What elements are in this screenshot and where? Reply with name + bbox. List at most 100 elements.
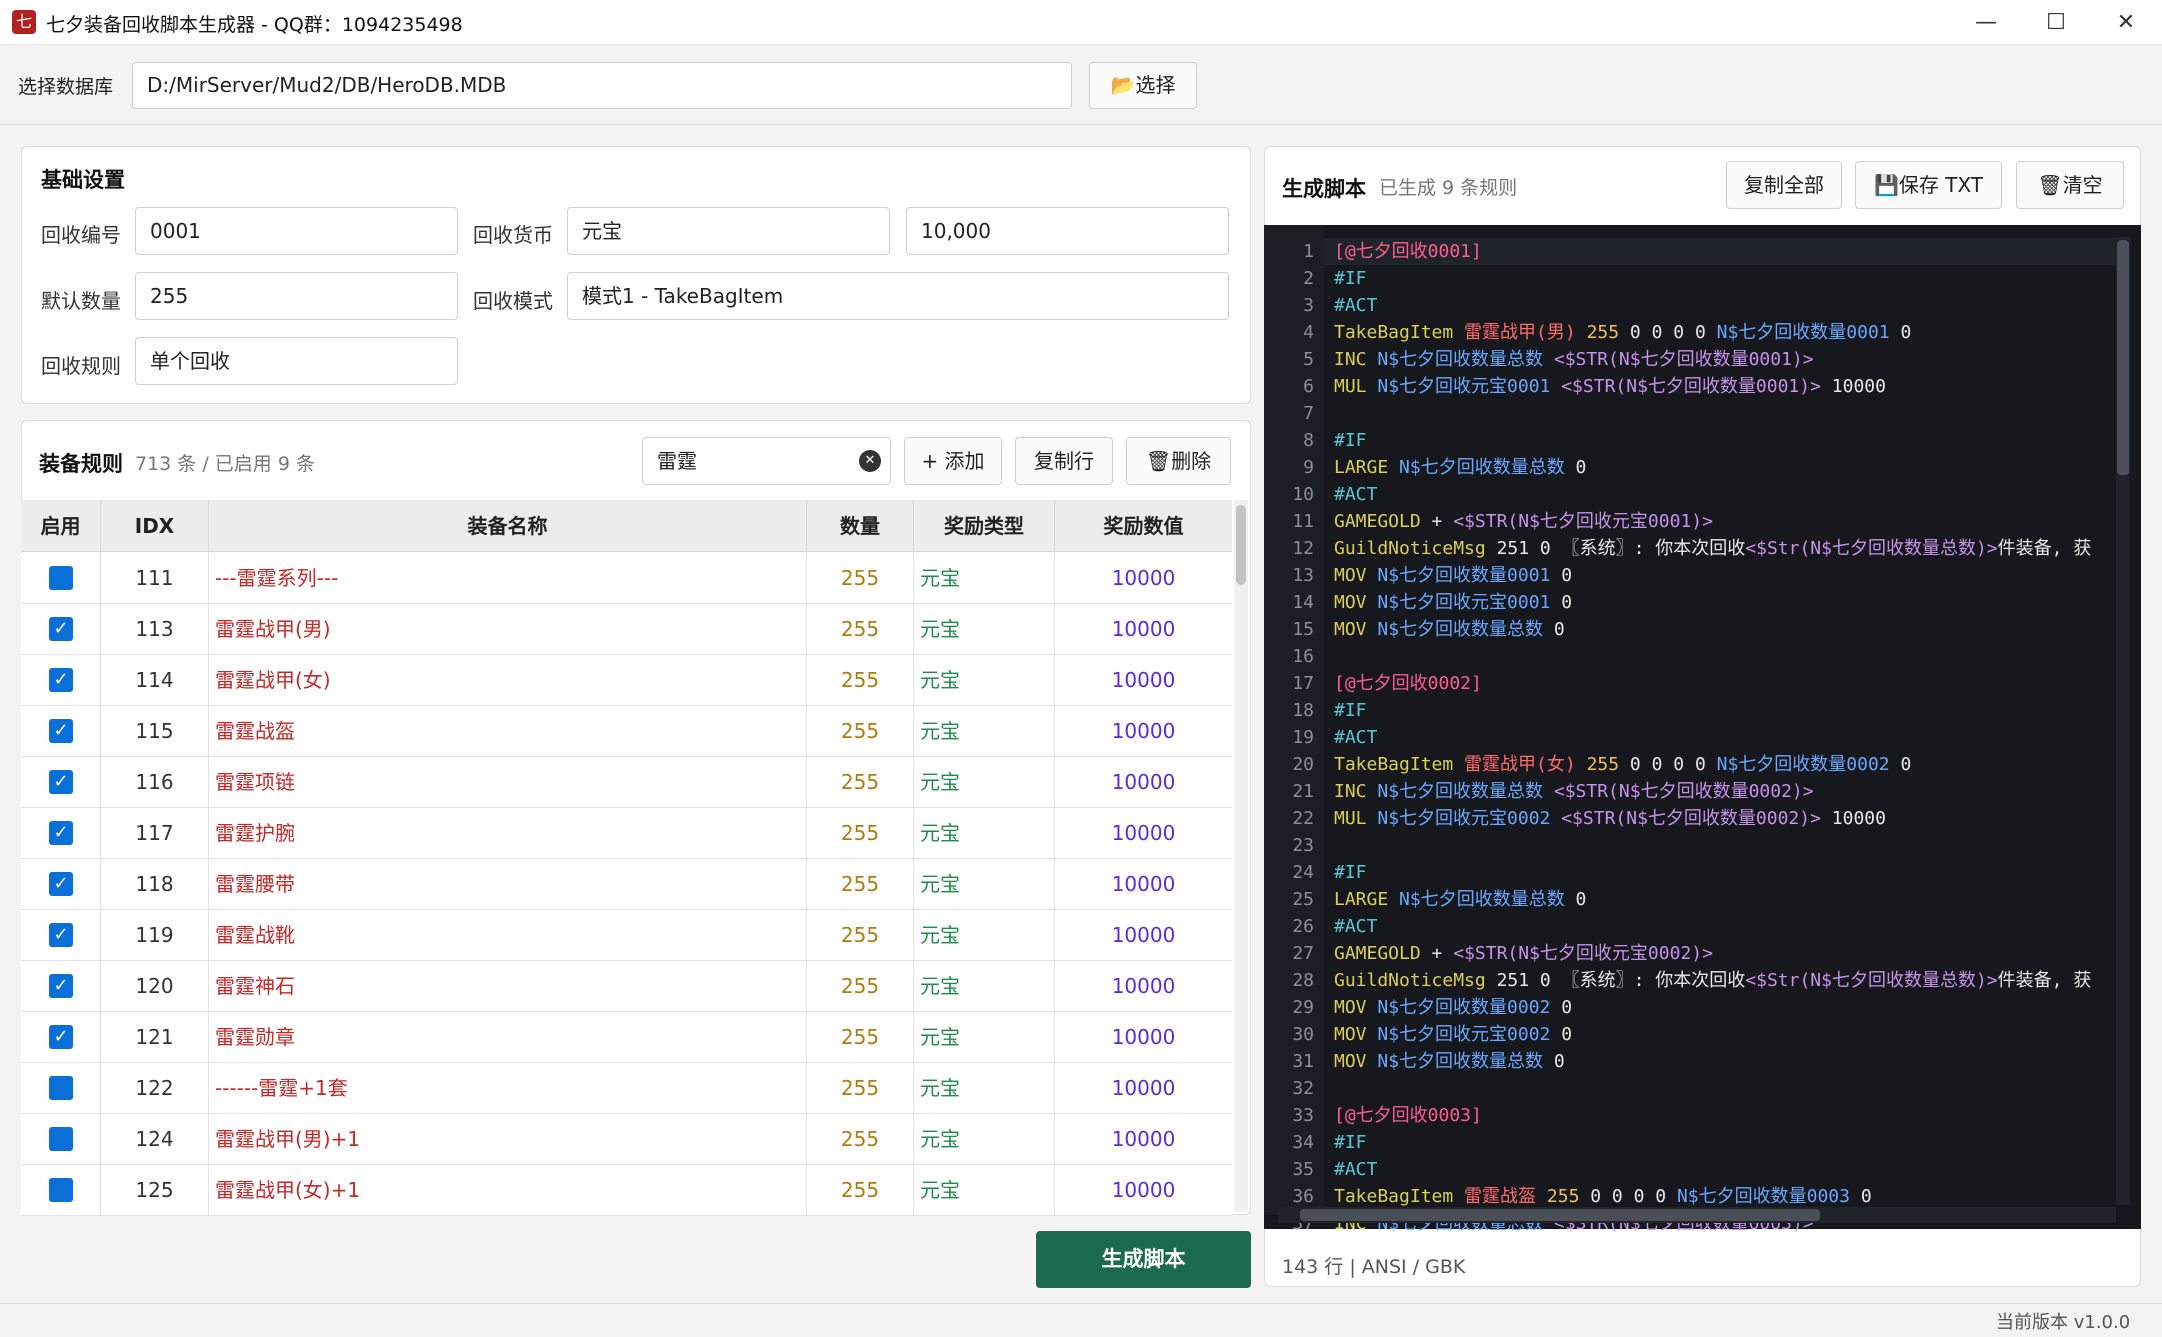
code-line[interactable]: #ACT [1334,1157,2116,1183]
code-line[interactable] [1334,833,2116,859]
reward-value-cell[interactable]: 10000 [1055,757,1232,808]
enable-checkbox[interactable]: ✓ [49,872,73,896]
code-line[interactable] [1334,644,2116,670]
reward-type-cell[interactable]: 元宝 [914,961,1055,1012]
add-rule-button[interactable]: + 添加 [904,437,1002,485]
qty-cell[interactable]: 255 [807,1165,914,1216]
name-cell[interactable]: 雷霆战甲(女)+1 [209,1165,807,1216]
rules-scrollbar[interactable] [1234,500,1248,1212]
reward-type-cell[interactable]: 元宝 [914,859,1055,910]
name-cell[interactable]: ---雷霆系列--- [209,553,807,604]
name-cell[interactable]: 雷霆战甲(女) [209,655,807,706]
col-qty[interactable]: 数量 [807,500,914,552]
code-line[interactable]: MOV N$七夕回收元宝0002 0 [1334,1022,2116,1048]
name-cell[interactable]: 雷霆战盔 [209,706,807,757]
reward-type-cell[interactable]: 元宝 [914,1114,1055,1165]
reward-type-cell[interactable]: 元宝 [914,706,1055,757]
enable-checkbox[interactable]: ✓ [49,617,73,641]
code-line[interactable]: GuildNoticeMsg 251 0 〖系统〗: 你本次回收<$Str(N$… [1334,968,2116,994]
reward-value-cell[interactable]: 10000 [1055,1165,1232,1216]
code-line[interactable]: #IF [1334,1130,2116,1156]
code-line[interactable]: #ACT [1334,725,2116,751]
minimize-button[interactable]: — [1950,0,2022,45]
reward-value-cell[interactable]: 10000 [1055,1114,1232,1165]
enable-checkbox[interactable]: ✓ [49,770,73,794]
table-row[interactable]: ✓ 114 雷霆战甲(女) 255 元宝 10000 [21,655,1232,706]
editor-horizontal-thumb[interactable] [1300,1209,1820,1221]
clear-script-button[interactable]: 🗑清空 [2016,161,2124,209]
table-row[interactable]: ✓ 120 雷霆神石 255 元宝 10000 [21,961,1232,1012]
reward-type-cell[interactable]: 元宝 [914,1063,1055,1114]
code-line[interactable]: [@七夕回收0001] [1334,239,2116,265]
reward-type-cell[interactable]: 元宝 [914,808,1055,859]
database-path-input[interactable]: D:/MirServer/Mud2/DB/HeroDB.MDB [132,62,1072,109]
delete-rule-button[interactable]: 🗑删除 [1126,437,1231,485]
name-cell[interactable]: 雷霆腰带 [209,859,807,910]
name-cell[interactable]: 雷霆护腕 [209,808,807,859]
qty-cell[interactable]: 255 [807,655,914,706]
col-reward-value[interactable]: 奖励数值 [1055,500,1232,552]
rule-select[interactable]: 单个回收 [135,337,458,385]
reward-type-cell[interactable]: 元宝 [914,757,1055,808]
code-line[interactable]: MUL N$七夕回收元宝0002 <$STR(N$七夕回收数量0002)> 10… [1334,806,2116,832]
enable-checkbox[interactable]: ✓ [49,923,73,947]
name-cell[interactable]: 雷霆战甲(男)+1 [209,1114,807,1165]
code-line[interactable]: [@七夕回收0002] [1334,671,2116,697]
qty-cell[interactable]: 255 [807,1012,914,1063]
col-name[interactable]: 装备名称 [209,500,807,552]
name-cell[interactable]: 雷霆战靴 [209,910,807,961]
name-cell[interactable]: ------雷霆+1套 [209,1063,807,1114]
qty-cell[interactable]: 255 [807,859,914,910]
clear-search-icon[interactable]: ✕ [859,450,881,472]
code-line[interactable]: MOV N$七夕回收数量0002 0 [1334,995,2116,1021]
table-row[interactable]: 124 雷霆战甲(男)+1 255 元宝 10000 [21,1114,1232,1165]
currency-amount-input[interactable]: 10,000 [906,207,1229,255]
code-line[interactable]: GuildNoticeMsg 251 0 〖系统〗: 你本次回收<$Str(N$… [1334,536,2116,562]
table-row[interactable]: ✓ 113 雷霆战甲(男) 255 元宝 10000 [21,604,1232,655]
code-line[interactable]: TakeBagItem 雷霆战甲(女) 255 0 0 0 0 N$七夕回收数量… [1334,752,2116,778]
qty-cell[interactable]: 255 [807,808,914,859]
reward-type-cell[interactable]: 元宝 [914,553,1055,604]
table-row[interactable]: 122 ------雷霆+1套 255 元宝 10000 [21,1063,1232,1114]
code-line[interactable]: MOV N$七夕回收数量总数 0 [1334,1049,2116,1075]
select-database-button[interactable]: 📂选择 [1089,62,1197,109]
table-row[interactable]: ✓ 121 雷霆勋章 255 元宝 10000 [21,1012,1232,1063]
code-line[interactable]: #ACT [1334,293,2116,319]
enable-checkbox[interactable]: ✓ [49,719,73,743]
table-row[interactable]: ✓ 115 雷霆战盔 255 元宝 10000 [21,706,1232,757]
reward-value-cell[interactable]: 10000 [1055,1063,1232,1114]
code-line[interactable]: #IF [1334,698,2116,724]
enable-checkbox[interactable] [49,566,73,590]
code-line[interactable] [1334,401,2116,427]
qty-cell[interactable]: 255 [807,1063,914,1114]
save-txt-button[interactable]: 💾保存 TXT [1855,161,2002,209]
reward-value-cell[interactable]: 10000 [1055,859,1232,910]
table-row[interactable]: ✓ 119 雷霆战靴 255 元宝 10000 [21,910,1232,961]
close-window-button[interactable]: ✕ [2090,0,2162,45]
code-line[interactable]: INC N$七夕回收数量总数 <$STR(N$七夕回收数量0001)> [1334,347,2116,373]
copy-row-button[interactable]: 复制行 [1015,437,1113,485]
reward-type-cell[interactable]: 元宝 [914,604,1055,655]
reward-value-cell[interactable]: 10000 [1055,655,1232,706]
table-row[interactable]: 125 雷霆战甲(女)+1 255 元宝 10000 [21,1165,1232,1216]
generate-script-button[interactable]: 生成脚本 [1036,1231,1251,1288]
code-line[interactable]: GAMEGOLD + <$STR(N$七夕回收元宝0002)> [1334,941,2116,967]
name-cell[interactable]: 雷霆神石 [209,961,807,1012]
code-line[interactable]: TakeBagItem 雷霆战甲(男) 255 0 0 0 0 N$七夕回收数量… [1334,320,2116,346]
rules-scrollbar-thumb[interactable] [1236,505,1246,585]
reward-type-cell[interactable]: 元宝 [914,1012,1055,1063]
code-line[interactable]: #IF [1334,860,2116,886]
code-line[interactable]: LARGE N$七夕回收数量总数 0 [1334,455,2116,481]
code-line[interactable]: #IF [1334,428,2116,454]
qty-cell[interactable]: 255 [807,604,914,655]
code-line[interactable]: GAMEGOLD + <$STR(N$七夕回收元宝0001)> [1334,509,2116,535]
qty-cell[interactable]: 255 [807,1114,914,1165]
copy-all-button[interactable]: 复制全部 [1726,161,1842,209]
reward-value-cell[interactable]: 10000 [1055,808,1232,859]
col-idx[interactable]: IDX [101,500,209,552]
reward-value-cell[interactable]: 10000 [1055,553,1232,604]
reward-value-cell[interactable]: 10000 [1055,910,1232,961]
currency-select[interactable]: 元宝 [567,207,890,255]
name-cell[interactable]: 雷霆战甲(男) [209,604,807,655]
qty-cell[interactable]: 255 [807,961,914,1012]
